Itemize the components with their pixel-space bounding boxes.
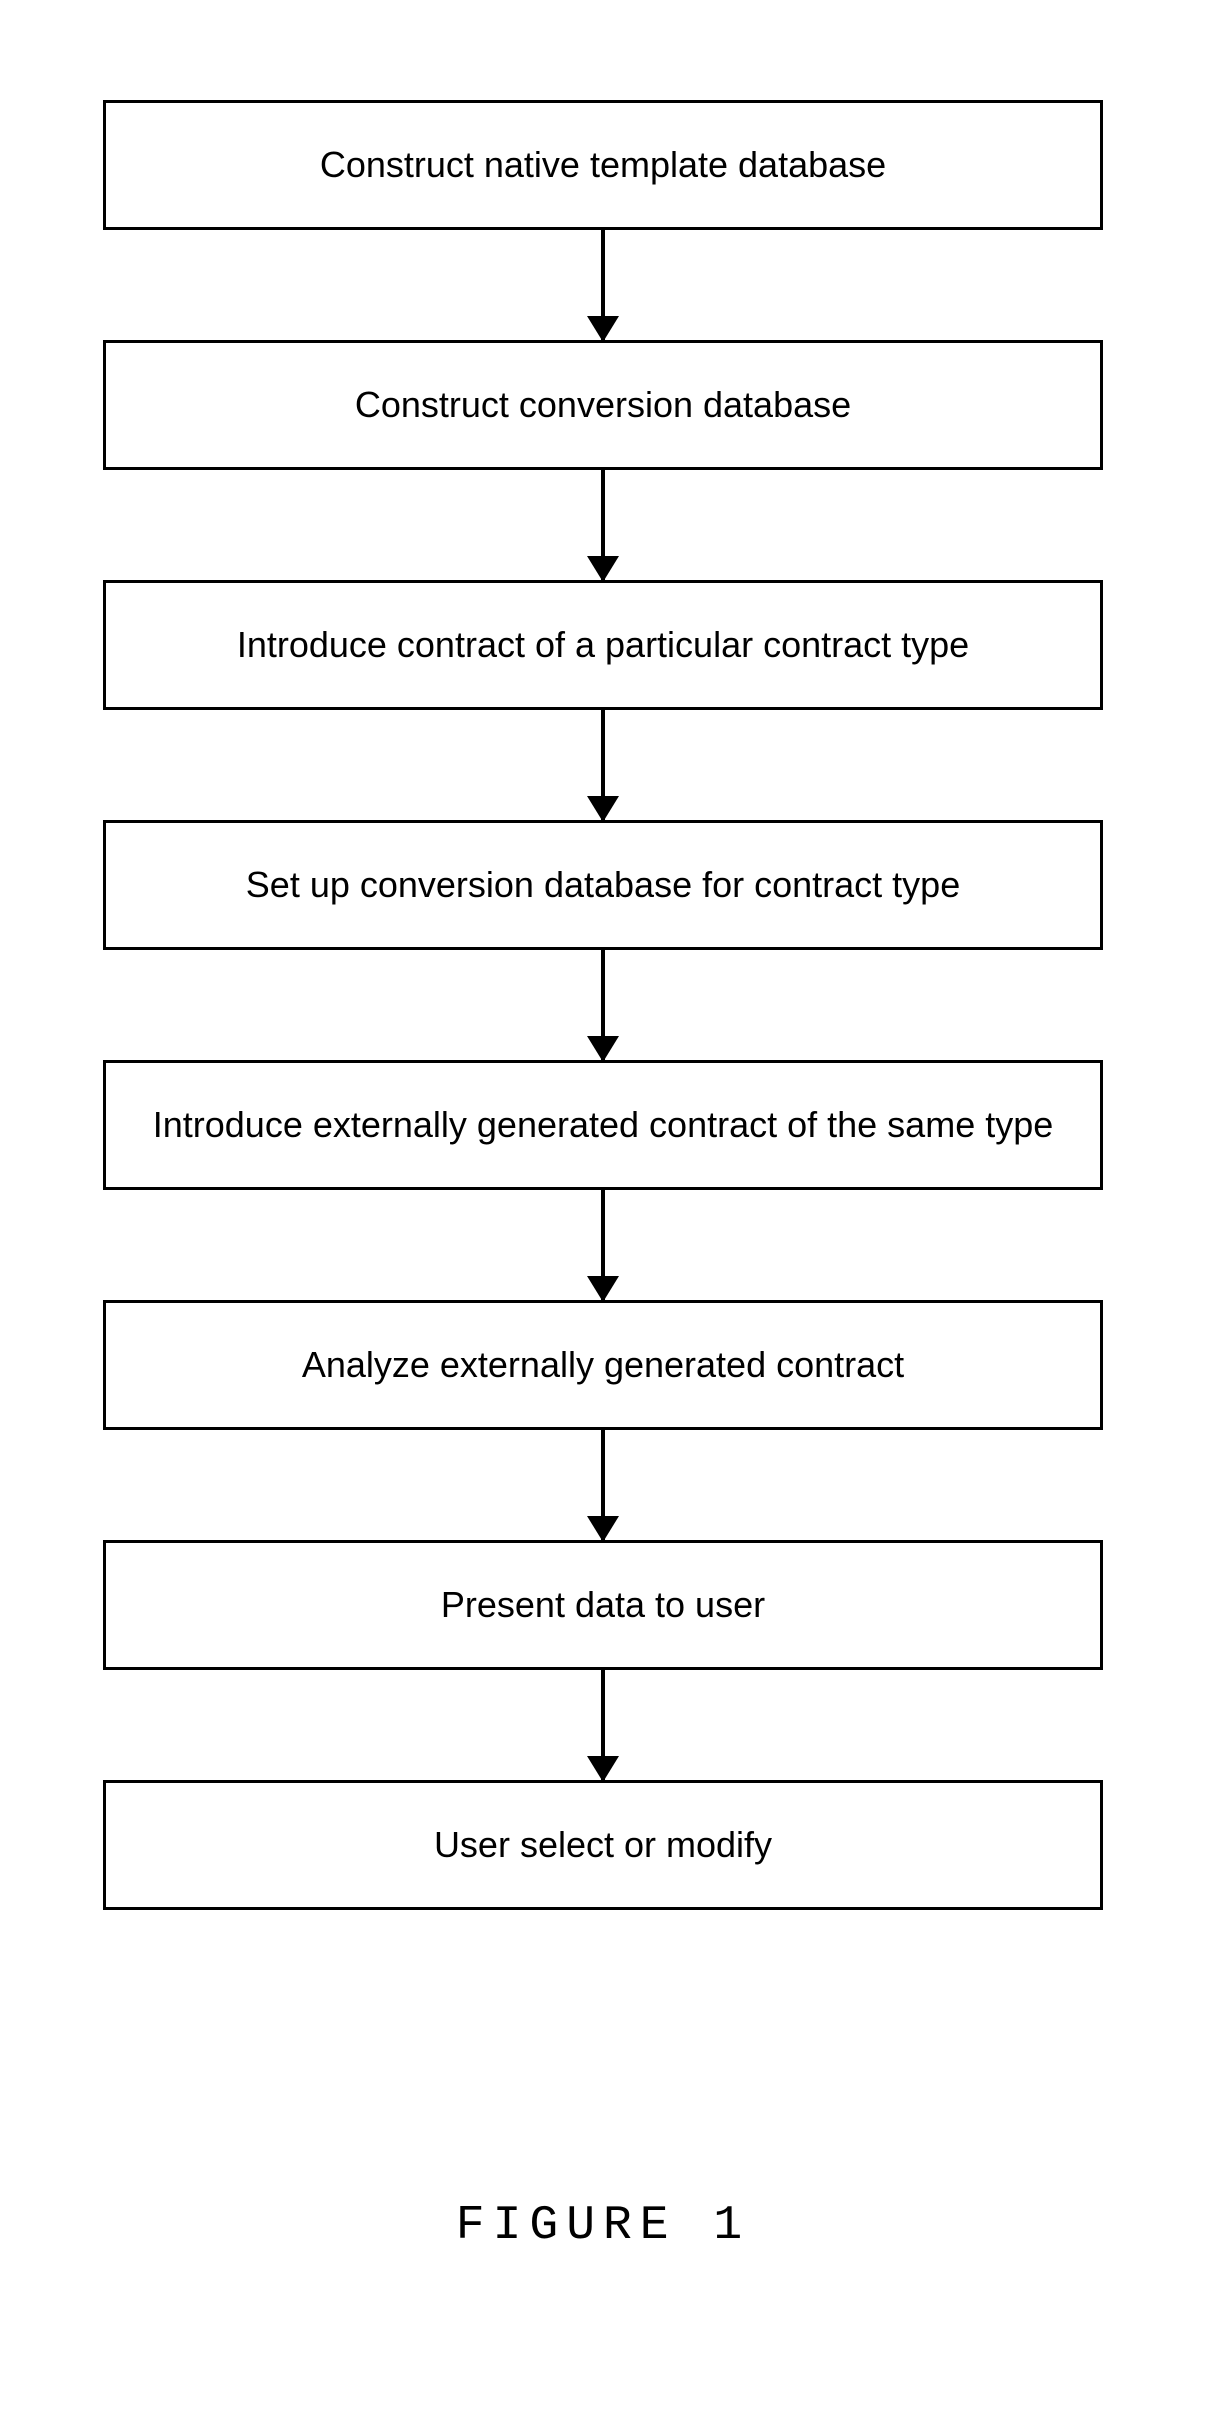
arrow-down-icon [601,950,605,1060]
flowchart-step: Set up conversion database for contract … [103,820,1103,950]
step-label: Set up conversion database for contract … [246,864,960,906]
step-label: Analyze externally generated contract [302,1344,904,1386]
flowchart-step: Construct conversion database [103,340,1103,470]
step-label: Construct conversion database [355,384,851,426]
flowchart-step: Analyze externally generated contract [103,1300,1103,1430]
flowchart-step: Construct native template database [103,100,1103,230]
figure-caption: FIGURE 1 [456,2199,750,2253]
arrow-down-icon [601,230,605,340]
flowchart-step: Introduce externally generated contract … [103,1060,1103,1190]
arrow-down-icon [601,470,605,580]
arrow-down-icon [601,1670,605,1780]
flowchart-step: Present data to user [103,1540,1103,1670]
flowchart-step: Introduce contract of a particular contr… [103,580,1103,710]
step-label: Present data to user [441,1584,765,1626]
arrow-down-icon [601,710,605,820]
step-label: Construct native template database [320,144,886,186]
step-label: User select or modify [434,1824,772,1866]
flowchart-step: User select or modify [103,1780,1103,1910]
flowchart-container: Construct native template database Const… [103,100,1103,1910]
step-label: Introduce contract of a particular contr… [237,624,969,666]
arrow-down-icon [601,1430,605,1540]
step-label: Introduce externally generated contract … [153,1104,1054,1146]
arrow-down-icon [601,1190,605,1300]
